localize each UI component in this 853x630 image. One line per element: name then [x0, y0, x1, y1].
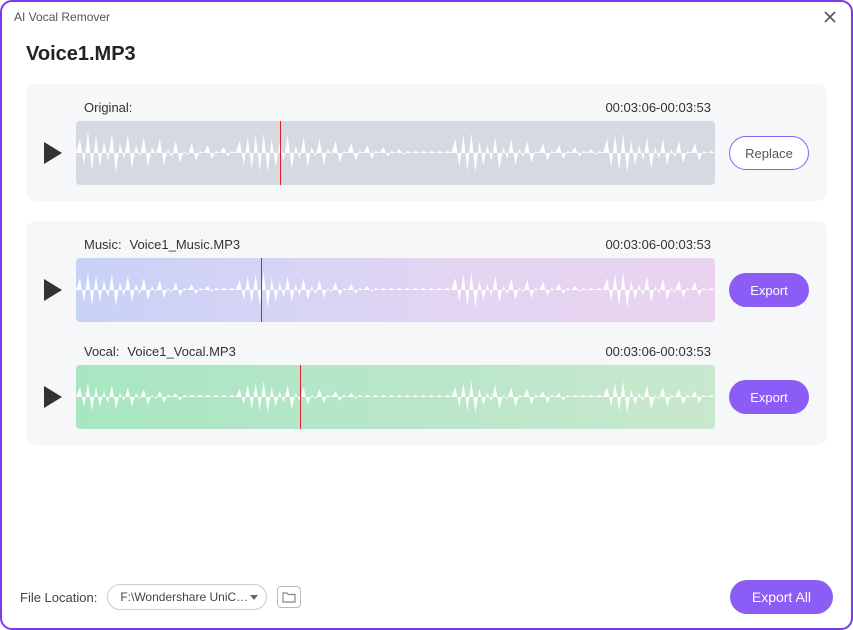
close-icon	[823, 10, 837, 24]
playhead-music[interactable]	[261, 258, 262, 322]
track-time: 00:03:06-00:03:53	[605, 344, 711, 359]
track-label: Music:	[84, 237, 122, 252]
file-location-label: File Location:	[20, 590, 97, 605]
chevron-down-icon	[250, 595, 258, 600]
playhead-vocal[interactable]	[300, 365, 301, 429]
track-vocal: Vocal: Voice1_Vocal.MP3 00:03:06-00:03:5…	[44, 344, 809, 429]
content-area: Voice1.MP3 Original: 00:03:06-00:03:53	[2, 33, 851, 568]
waveform-original[interactable]	[76, 121, 715, 185]
waveform-icon	[76, 365, 715, 429]
file-location-select[interactable]: F:\Wondershare UniConverte...	[107, 584, 267, 610]
track-header: Music: Voice1_Music.MP3 00:03:06-00:03:5…	[44, 237, 809, 252]
track-label: Original:	[84, 100, 132, 115]
original-panel: Original: 00:03:06-00:03:53 Replace	[26, 84, 827, 201]
folder-icon	[282, 591, 296, 603]
play-button-music[interactable]	[44, 279, 62, 301]
track-filename: Voice1_Vocal.MP3	[127, 344, 235, 359]
track-time: 00:03:06-00:03:53	[605, 237, 711, 252]
track-label: Vocal:	[84, 344, 119, 359]
export-button-vocal[interactable]: Export	[729, 380, 809, 414]
app-window: AI Vocal Remover Voice1.MP3 Original: 00…	[0, 0, 853, 630]
waveform-vocal[interactable]	[76, 365, 715, 429]
export-all-button[interactable]: Export All	[730, 580, 833, 614]
file-name: Voice1.MP3	[26, 43, 827, 66]
file-location-value: F:\Wondershare UniConverte...	[120, 590, 250, 604]
track-original: Original: 00:03:06-00:03:53 Replace	[44, 100, 809, 185]
stems-panel: Music: Voice1_Music.MP3 00:03:06-00:03:5…	[26, 221, 827, 445]
export-button-music[interactable]: Export	[729, 273, 809, 307]
waveform-icon	[76, 258, 715, 322]
play-button-vocal[interactable]	[44, 386, 62, 408]
footer: File Location: F:\Wondershare UniConvert…	[2, 568, 851, 628]
track-header: Vocal: Voice1_Vocal.MP3 00:03:06-00:03:5…	[44, 344, 809, 359]
track-time: 00:03:06-00:03:53	[605, 100, 711, 115]
playhead-original[interactable]	[280, 121, 281, 185]
titlebar: AI Vocal Remover	[2, 2, 851, 33]
track-header: Original: 00:03:06-00:03:53	[44, 100, 809, 115]
window-title: AI Vocal Remover	[14, 10, 821, 24]
track-music: Music: Voice1_Music.MP3 00:03:06-00:03:5…	[44, 237, 809, 322]
track-filename: Voice1_Music.MP3	[130, 237, 241, 252]
replace-button[interactable]: Replace	[729, 136, 809, 170]
open-folder-button[interactable]	[277, 586, 301, 608]
waveform-icon	[76, 121, 715, 185]
play-button-original[interactable]	[44, 142, 62, 164]
waveform-music[interactable]	[76, 258, 715, 322]
close-button[interactable]	[821, 8, 839, 26]
